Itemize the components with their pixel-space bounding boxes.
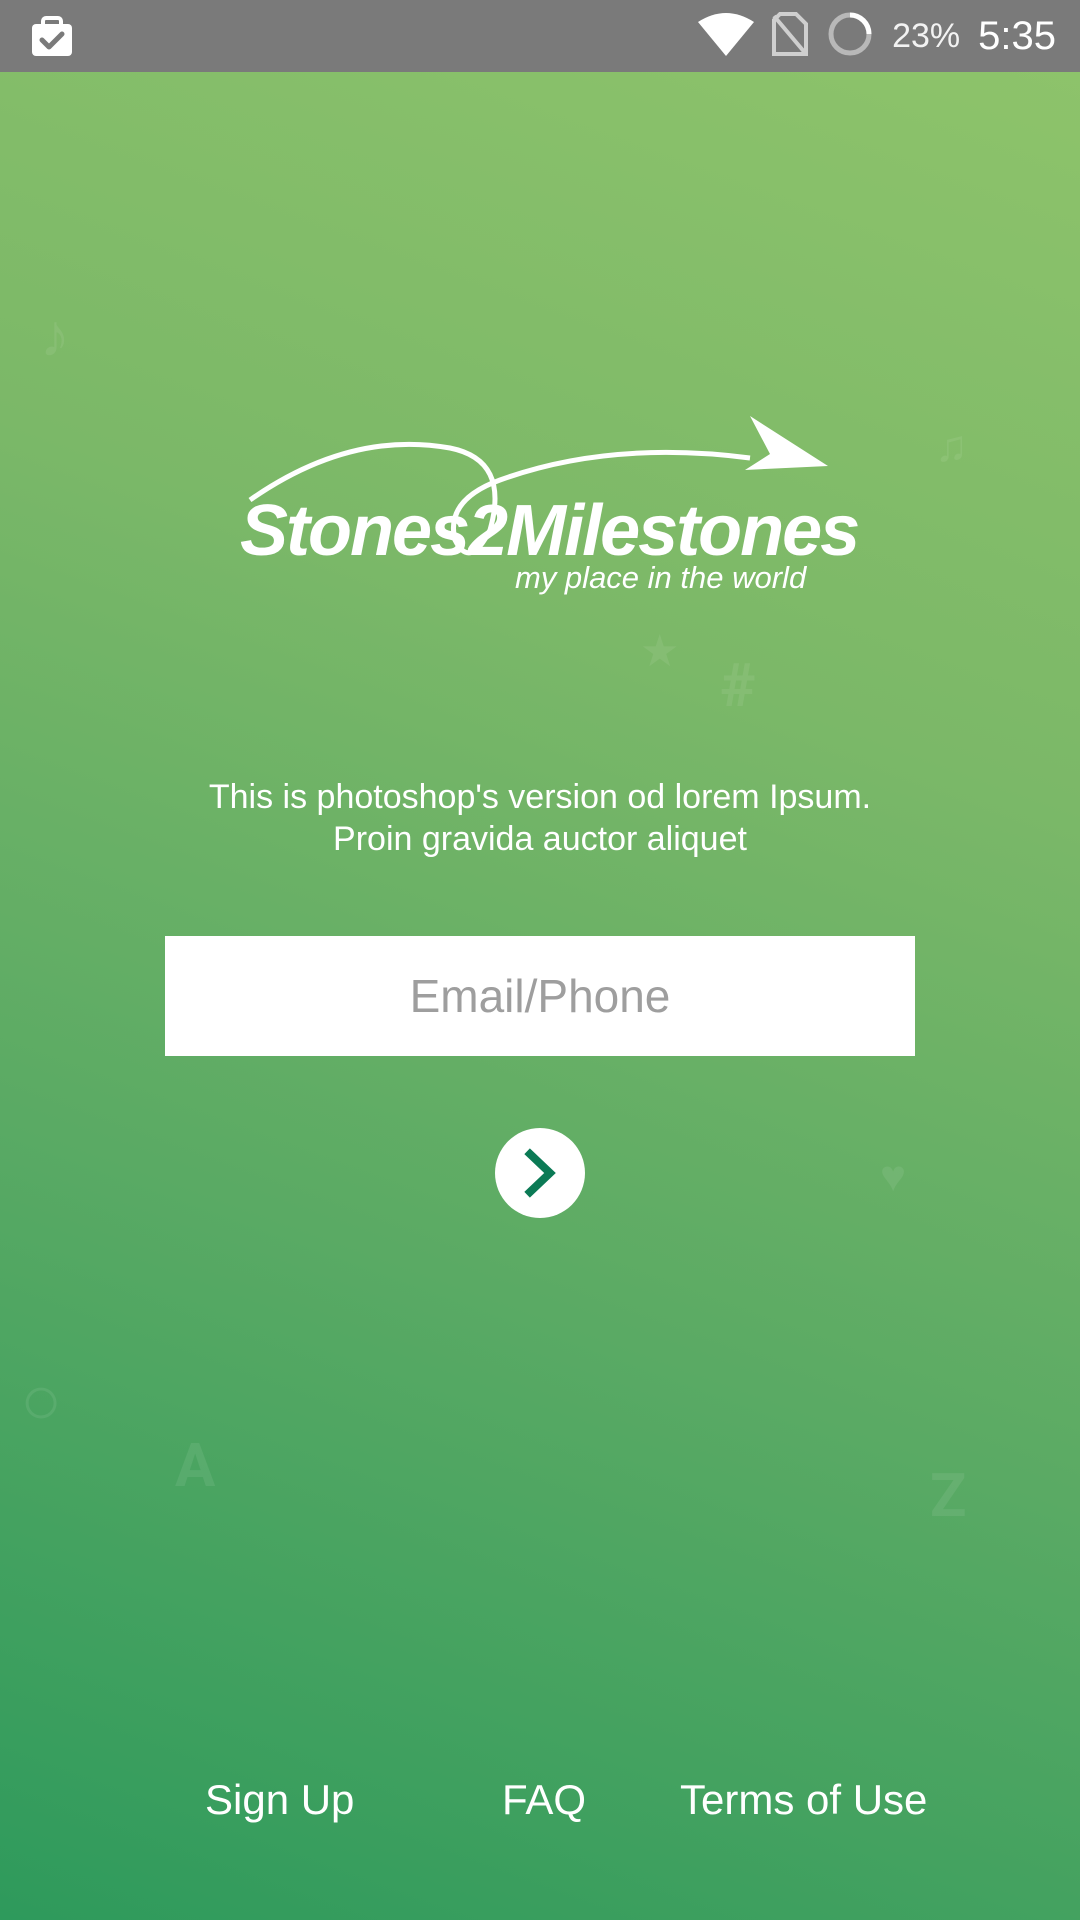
clipboard-check-icon — [30, 16, 74, 62]
status-bar: 23% 5:35 — [0, 0, 1080, 72]
intro-text: This is photoshop's version od lorem Ips… — [0, 776, 1080, 860]
battery-percent: 23% — [892, 16, 961, 55]
loading-ring-icon — [826, 10, 874, 62]
faq-link[interactable]: FAQ — [502, 1776, 586, 1824]
wifi-icon — [698, 12, 755, 60]
doodle-letter-icon: Z — [930, 1460, 967, 1531]
terms-of-use-link[interactable]: Terms of Use — [680, 1776, 927, 1824]
doodle-hash-icon: # — [720, 650, 756, 721]
app-logo: Stones2Milestones my place in the world — [230, 410, 870, 600]
clock: 5:35 — [978, 13, 1056, 58]
doodle-letter-icon: A — [175, 1430, 216, 1501]
intro-line-2: Proin gravida auctor aliquet — [333, 820, 747, 858]
doodle-music-icon: ♫ — [935, 420, 968, 472]
logo-tagline: my place in the world — [515, 560, 807, 595]
next-button[interactable] — [495, 1128, 585, 1218]
login-screen: ♪ # A Z ★ ♫ ○ ♥ 23% 5:35 Stones2Mileston… — [0, 0, 1080, 1920]
no-sim-icon — [772, 12, 809, 60]
chevron-right-icon — [524, 1148, 556, 1198]
doodle-star-icon: ★ — [640, 625, 680, 677]
doodle-heart-icon: ♥ — [880, 1150, 907, 1202]
doodle-music-icon: ♪ — [40, 300, 70, 371]
sign-up-link[interactable]: Sign Up — [205, 1776, 354, 1824]
email-phone-input[interactable] — [165, 936, 915, 1056]
intro-line-1: This is photoshop's version od lorem Ips… — [208, 778, 872, 816]
doodle-circle-icon: ○ — [20, 1360, 63, 1442]
